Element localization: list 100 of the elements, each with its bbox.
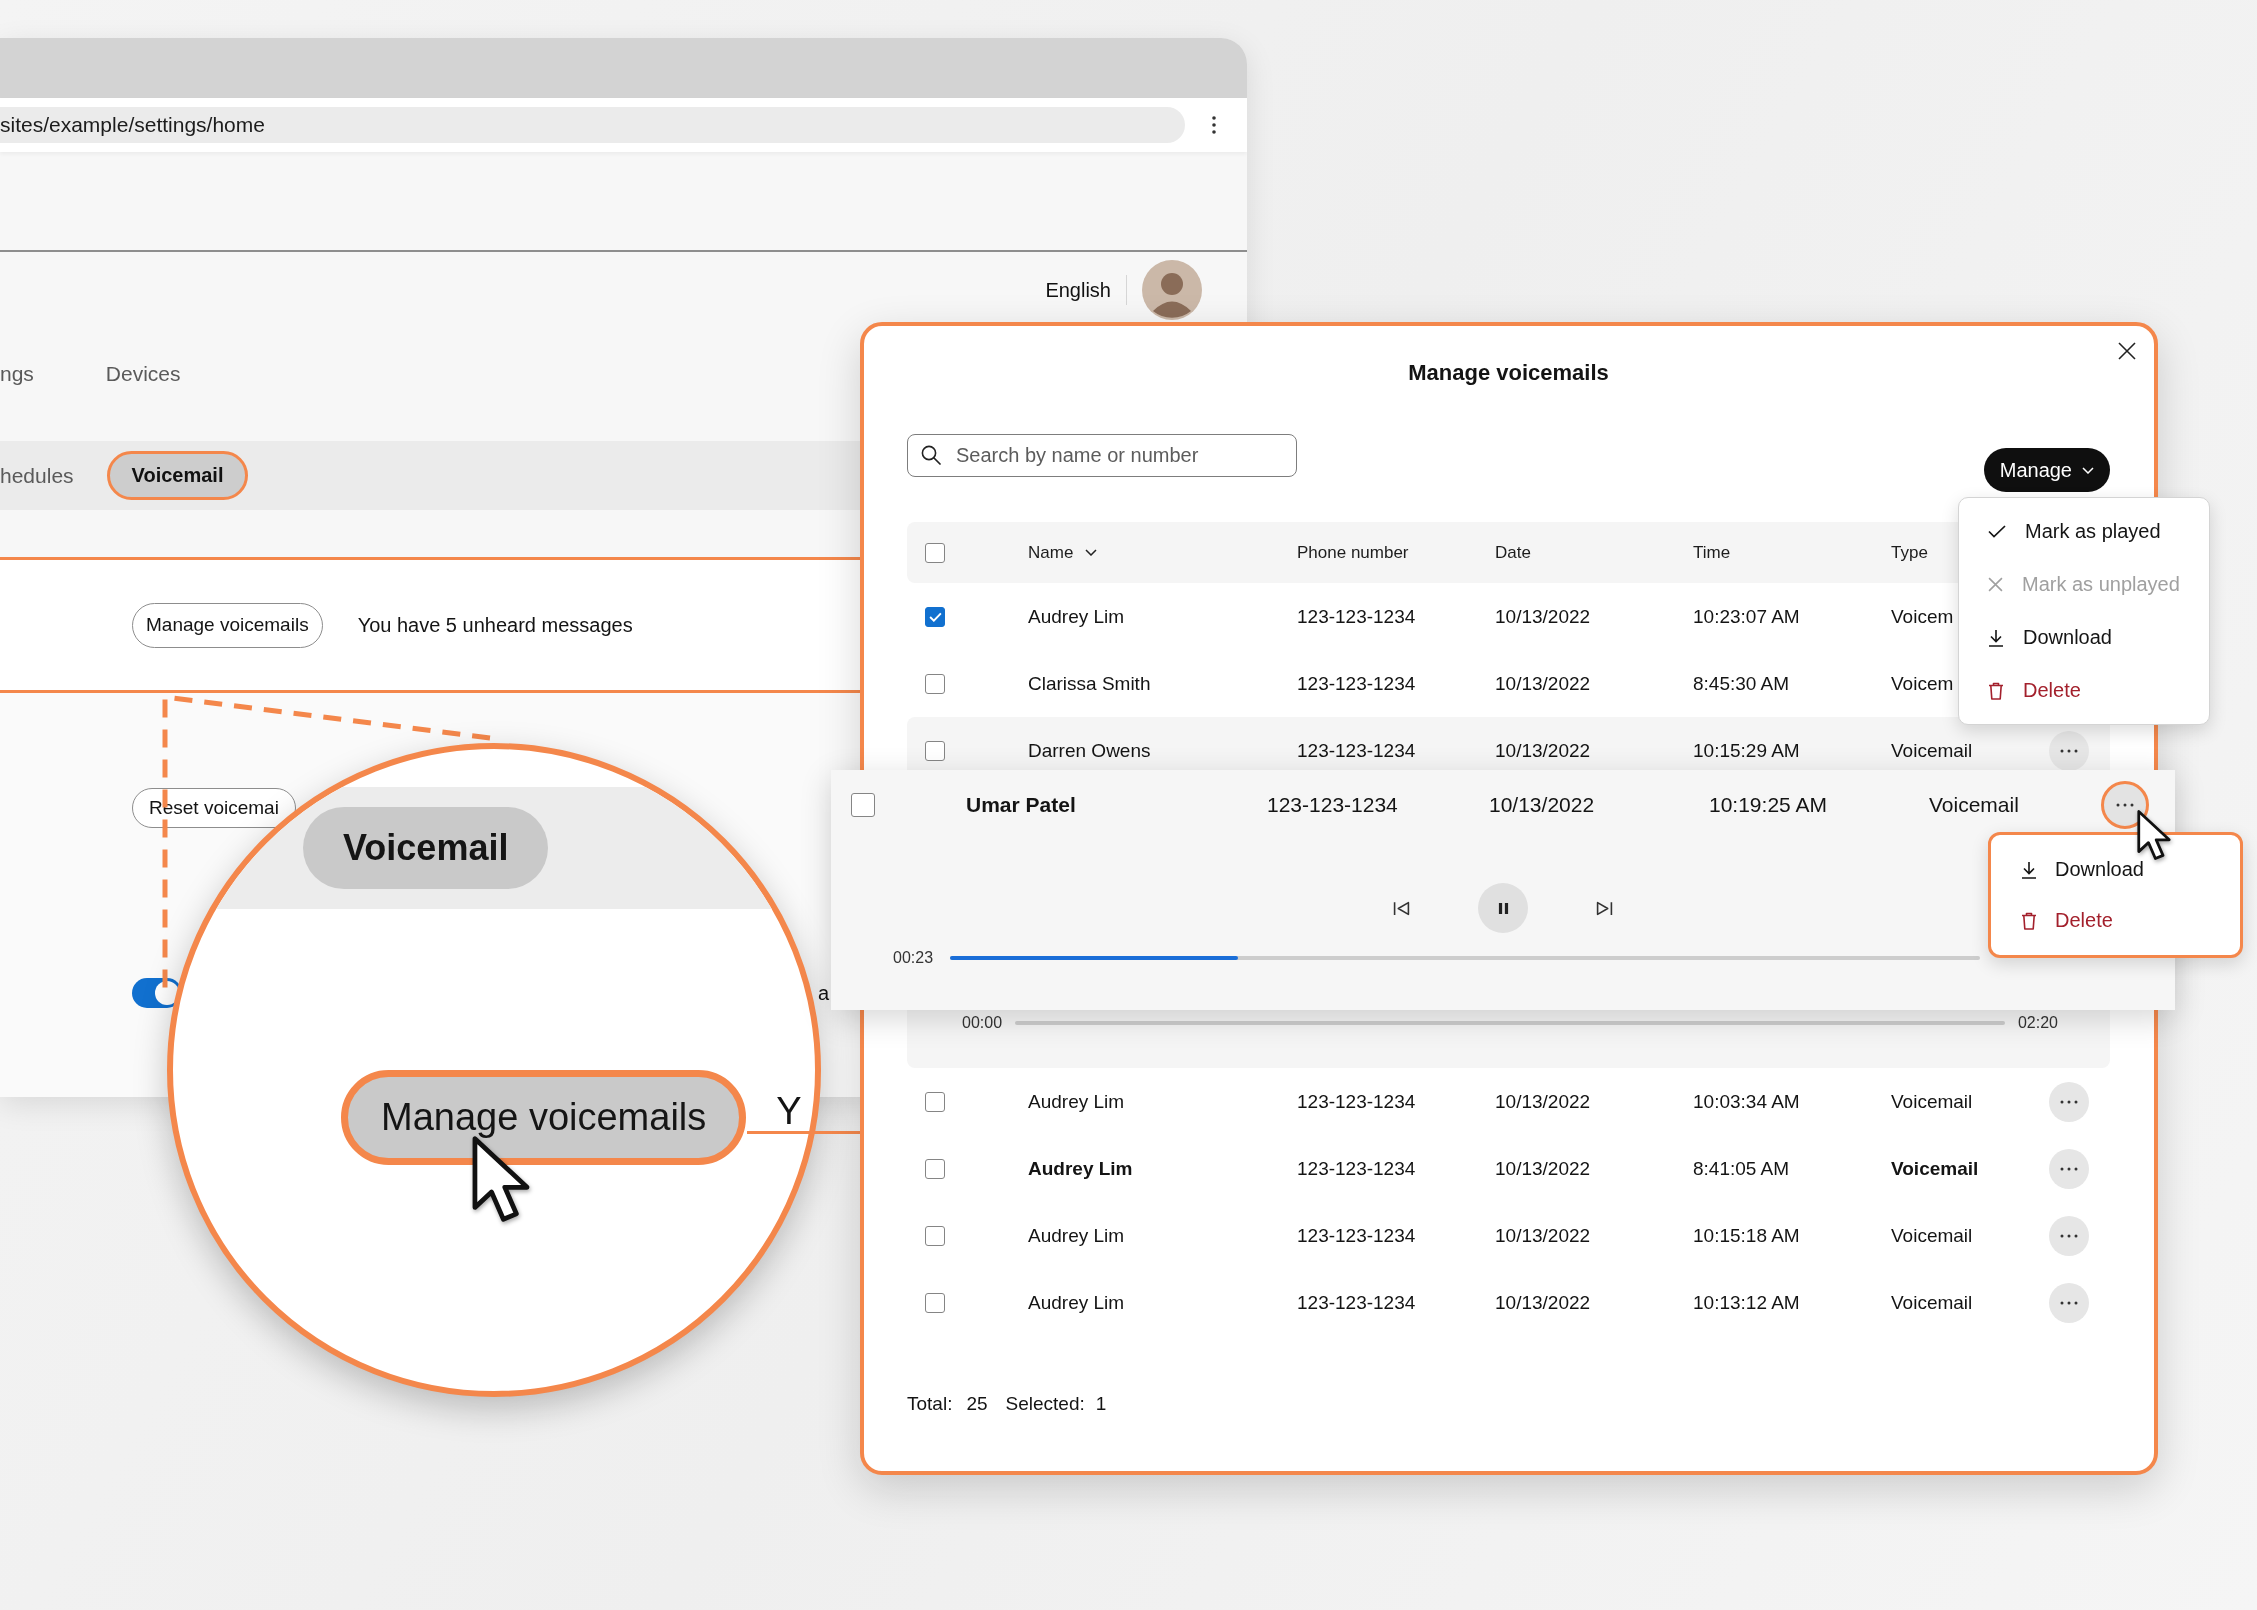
close-icon[interactable] (2118, 342, 2136, 360)
table-cell: 10:15:29 AM (1693, 739, 1800, 762)
table-cell: 10:23:07 AM (1693, 605, 1800, 628)
selected-count: 1 (1095, 1393, 1107, 1415)
modal-title: Manage voicemails (1408, 359, 1609, 387)
table-cell: 123-123-1234 (1297, 605, 1416, 628)
table-cell: Clarissa Smith (1028, 672, 1151, 695)
progress-track[interactable] (950, 956, 1981, 960)
table-cell: Voicemail (1891, 1157, 1979, 1180)
checkmark-icon (1988, 525, 2006, 538)
menu-item[interactable]: Delete (1991, 895, 2240, 946)
table-cell: Audrey Lim (1028, 1090, 1125, 1113)
table-cell: 10:19:25 AM (1709, 793, 1827, 817)
skip-back-icon[interactable] (1393, 900, 1410, 916)
nav-tab[interactable]: Devices (105, 361, 181, 387)
table-cell: Audrey Lim (1028, 1157, 1133, 1180)
download-icon (1988, 628, 2004, 647)
nav-tab[interactable]: ngs (0, 361, 34, 387)
table-cell: 123-123-1234 (1267, 793, 1398, 817)
pause-icon (1497, 901, 1509, 915)
table-cell: 123-123-1234 (1297, 1157, 1416, 1180)
manage-button[interactable]: Manage (1983, 448, 2110, 492)
table-cell: Audrey Lim (1028, 605, 1125, 628)
menu-item[interactable]: Delete (1959, 664, 2209, 717)
table-cell: Voicemail (1891, 1090, 1973, 1113)
table-cell: 10/13/2022 (1495, 1090, 1591, 1113)
table-cell: 10/13/2022 (1495, 1157, 1591, 1180)
table-cell: Voicemail (1891, 1291, 1973, 1314)
column-header[interactable]: Time (1693, 542, 1731, 563)
ellipsis-icon (2060, 1300, 2078, 1305)
more-button[interactable] (2101, 781, 2149, 829)
column-header[interactable]: Phone number (1297, 542, 1409, 563)
column-header[interactable]: Type (1891, 542, 1928, 563)
table-cell: 10/13/2022 (1489, 793, 1595, 817)
menu-item[interactable]: Download (1959, 611, 2209, 664)
reset-voicemail-button[interactable]: Reset voicemai (132, 788, 296, 828)
skip-forward-icon[interactable] (1596, 900, 1613, 916)
table-cell: 10/13/2022 (1495, 1224, 1591, 1247)
checkbox[interactable] (925, 1225, 945, 1246)
table-cell: Darren Owens (1028, 739, 1151, 762)
checkbox[interactable] (925, 1091, 945, 1112)
selected-label: Selected: (1005, 1393, 1085, 1415)
ellipsis-icon (2060, 1233, 2078, 1238)
checkbox[interactable] (925, 1292, 945, 1313)
chevron-down-icon (1085, 549, 1098, 556)
x-icon (1988, 577, 2003, 592)
checkbox[interactable] (925, 740, 945, 761)
table-cell: Voicemail (1891, 1224, 1973, 1247)
manage-voicemails-button[interactable]: Manage voicemails (132, 602, 323, 648)
menu-item[interactable]: Download (1991, 844, 2240, 895)
table-cell: 8:45:30 AM (1693, 672, 1790, 695)
magnified-tab[interactable]: Voicemail (303, 807, 549, 889)
table-cell: 8:41:05 AM (1693, 1157, 1790, 1180)
chevron-down-icon (2082, 466, 2094, 474)
ellipsis-icon (2060, 748, 2078, 753)
table-cell: Voicemail (1929, 793, 2019, 817)
kebab-menu-icon[interactable] (1212, 116, 1216, 134)
time-label: 02:20 (2017, 1014, 2058, 1032)
checkbox[interactable] (925, 542, 945, 563)
table-cell: 10/13/2022 (1495, 672, 1591, 695)
checkbox[interactable] (925, 1158, 945, 1179)
user-avatar[interactable] (1142, 260, 1202, 320)
language-selector[interactable]: English (1045, 278, 1111, 302)
sub-tab[interactable]: Voicemail (106, 451, 249, 500)
trash-icon (1988, 681, 2004, 700)
table-cell: Umar Patel (966, 793, 1076, 817)
table-cell: Voicem (1891, 605, 1954, 628)
checkbox[interactable] (851, 793, 875, 817)
table-cell: 10:03:34 AM (1693, 1090, 1800, 1113)
time-label: 00:00 (962, 1014, 1003, 1032)
column-header[interactable]: Name (1028, 542, 1098, 563)
checkmark-icon (928, 611, 942, 622)
address-bar[interactable]: sites/example/settings/home (0, 107, 1185, 143)
table-cell: 123-123-1234 (1297, 1224, 1416, 1247)
table-cell: 123-123-1234 (1297, 1291, 1416, 1314)
column-header[interactable]: Date (1495, 542, 1531, 563)
progress-track[interactable] (1015, 1021, 2005, 1025)
table-cell: 123-123-1234 (1297, 672, 1416, 695)
search-field[interactable]: Search by name or number (907, 434, 1297, 477)
menu-item[interactable]: Mark as played (1959, 505, 2209, 558)
pause-button[interactable] (1478, 883, 1528, 933)
ellipsis-icon (2060, 1099, 2078, 1104)
checkbox[interactable] (925, 606, 945, 627)
table-cell: Voicemail (1891, 739, 1973, 762)
magnified-button[interactable]: Manage voicemails (341, 1070, 747, 1165)
table-cell: 10:13:12 AM (1693, 1291, 1800, 1314)
table-cell: Audrey Lim (1028, 1291, 1125, 1314)
table-cell: 10/13/2022 (1495, 739, 1591, 762)
sub-tab[interactable]: hedules (0, 451, 74, 500)
checkbox[interactable] (925, 673, 945, 694)
table-cell: 123-123-1234 (1297, 739, 1416, 762)
text-fragment: a (818, 981, 830, 1005)
table-cell: 10:15:18 AM (1693, 1224, 1800, 1247)
download-icon (2021, 860, 2037, 879)
ellipsis-icon (2060, 1166, 2078, 1171)
time-label: 00:23 (893, 949, 934, 967)
table-cell: 10/13/2022 (1495, 605, 1591, 628)
table-cell: Voicem (1891, 672, 1954, 695)
trash-icon (2021, 911, 2037, 930)
table-cell: 123-123-1234 (1297, 1090, 1416, 1113)
